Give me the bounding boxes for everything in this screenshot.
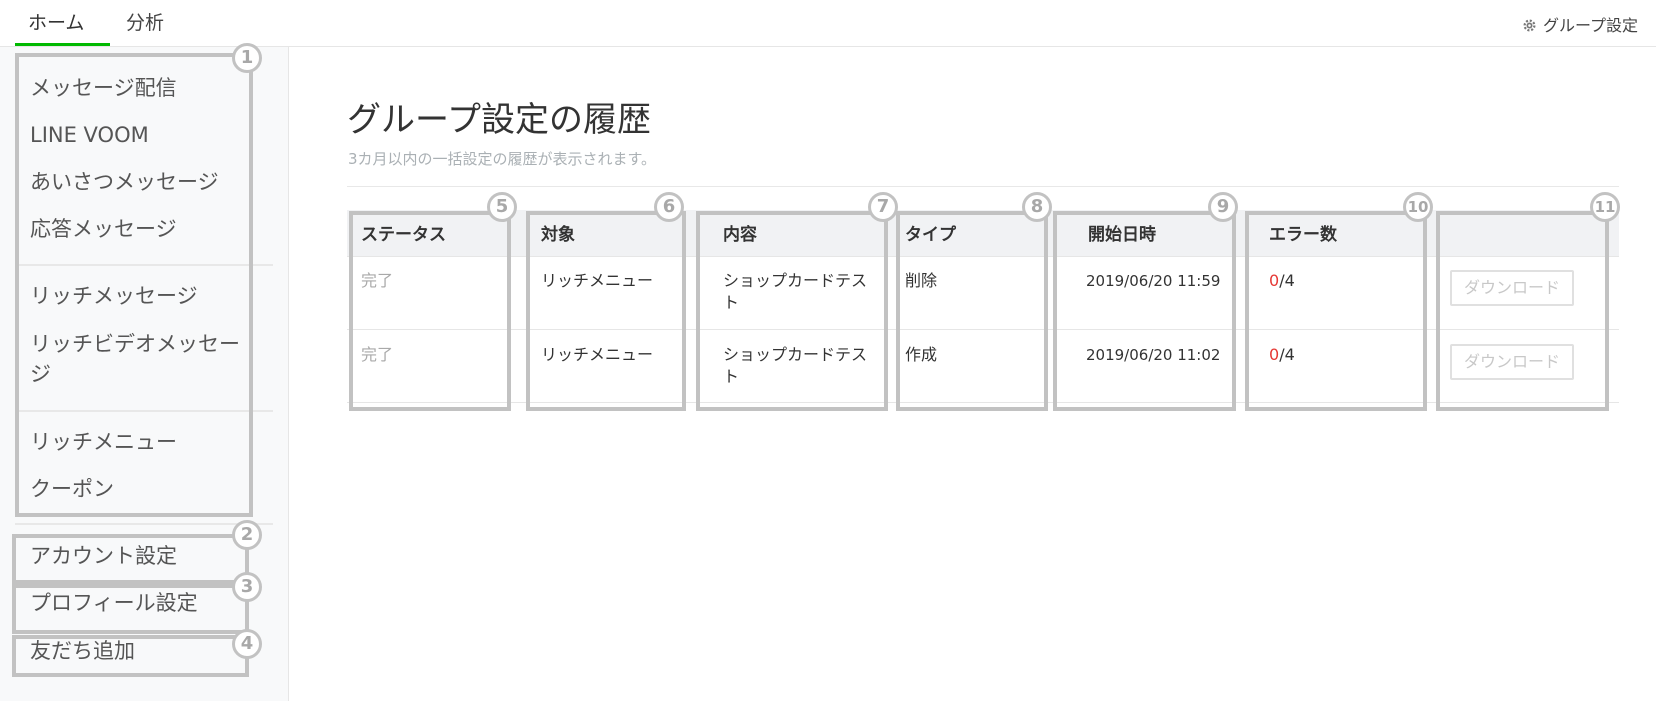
annotation-marker-1: 1 — [232, 43, 262, 73]
target-cell: リッチメニュー — [541, 271, 654, 290]
column-header-error-count: エラー数 — [1269, 225, 1337, 245]
content-text: ショップカードテス — [723, 271, 868, 290]
annotation-marker-5: 5 — [487, 192, 517, 222]
status-cell: 完了 — [361, 345, 394, 364]
page-title: グループ設定の履歴 — [347, 100, 651, 140]
sidebar-item-rich-menu[interactable]: リッチメニュー — [30, 427, 177, 457]
tab-analytics[interactable]: 分析 — [126, 8, 164, 35]
content-text: ショップカードテス — [723, 345, 868, 364]
error-count: 0 — [1269, 345, 1280, 364]
group-settings-link[interactable]: グループ設定 — [1522, 12, 1638, 36]
sidebar-item-add-friends[interactable]: 友だち追加 — [30, 636, 135, 666]
download-button[interactable]: ダウンロード — [1450, 344, 1574, 380]
column-header-content: 内容 — [723, 225, 757, 245]
sidebar-item-greeting-message[interactable]: あいさつメッセージ — [30, 167, 219, 197]
row-divider — [347, 329, 1619, 330]
sidebar-item-profile-settings[interactable]: プロフィール設定 — [30, 588, 198, 618]
content-text: ト — [723, 367, 740, 386]
page-subtitle: 3カ月以内の一括設定の履歴が表示されます。 — [348, 150, 657, 168]
error-count-cell: 0/4 — [1269, 270, 1295, 292]
content-cell: ショップカードテス ト — [723, 270, 867, 314]
error-count-cell: 0/4 — [1269, 344, 1295, 366]
gear-icon — [1522, 18, 1537, 33]
annotation-marker-8: 8 — [1022, 192, 1052, 222]
top-navigation-bar: ホーム 分析 グループ設定 — [0, 0, 1656, 47]
status-cell: 完了 — [361, 271, 394, 290]
divider — [347, 186, 1619, 187]
annotation-marker-10: 10 — [1403, 192, 1433, 222]
sidebar-item-rich-video-message[interactable]: リッチビデオメッセー ジ — [30, 329, 240, 389]
type-cell: 削除 — [905, 271, 938, 290]
content-text: ト — [723, 293, 740, 312]
sidebar-item-coupon[interactable]: クーポン — [30, 474, 114, 504]
start-time-cell: 2019/06/20 11:02 — [1086, 346, 1221, 364]
sidebar: メッセージ配信 LINE VOOM あいさつメッセージ 応答メッセージ リッチメ… — [0, 47, 289, 701]
annotation-marker-7: 7 — [868, 192, 898, 222]
sidebar-item-rich-message[interactable]: リッチメッセージ — [30, 281, 198, 311]
error-count: 0 — [1269, 271, 1280, 290]
tab-home[interactable]: ホーム — [28, 8, 84, 35]
error-total: /4 — [1279, 345, 1295, 364]
column-header-start-time: 開始日時 — [1088, 225, 1156, 245]
type-cell: 作成 — [905, 345, 938, 364]
annotation-marker-3: 3 — [232, 572, 262, 602]
row-divider — [347, 256, 1619, 257]
group-settings-label: グループ設定 — [1542, 16, 1638, 35]
content-cell: ショップカードテス ト — [723, 344, 867, 388]
row-divider — [347, 402, 1619, 403]
sidebar-divider — [15, 410, 273, 412]
sidebar-item-message-delivery[interactable]: メッセージ配信 — [30, 73, 177, 103]
sidebar-item-line-voom[interactable]: LINE VOOM — [30, 120, 149, 150]
column-header-target: 対象 — [541, 225, 575, 245]
annotation-marker-9: 9 — [1208, 192, 1238, 222]
annotation-marker-6: 6 — [654, 192, 684, 222]
sidebar-item-label: リッチビデオメッセー — [30, 332, 240, 356]
sidebar-item-label: ジ — [30, 362, 51, 386]
column-header-type: タイプ — [905, 225, 956, 245]
annotation-marker-11: 11 — [1590, 192, 1620, 222]
sidebar-item-auto-response[interactable]: 応答メッセージ — [30, 214, 177, 244]
target-cell: リッチメニュー — [541, 345, 654, 364]
start-time-cell: 2019/06/20 11:59 — [1086, 272, 1221, 290]
annotation-marker-4: 4 — [232, 629, 262, 659]
annotation-marker-2: 2 — [232, 520, 262, 550]
error-total: /4 — [1279, 271, 1295, 290]
active-tab-indicator — [15, 43, 110, 46]
download-button[interactable]: ダウンロード — [1450, 270, 1574, 306]
column-header-status: ステータス — [361, 225, 446, 245]
sidebar-item-account-settings[interactable]: アカウント設定 — [30, 541, 177, 571]
sidebar-divider — [15, 264, 273, 266]
